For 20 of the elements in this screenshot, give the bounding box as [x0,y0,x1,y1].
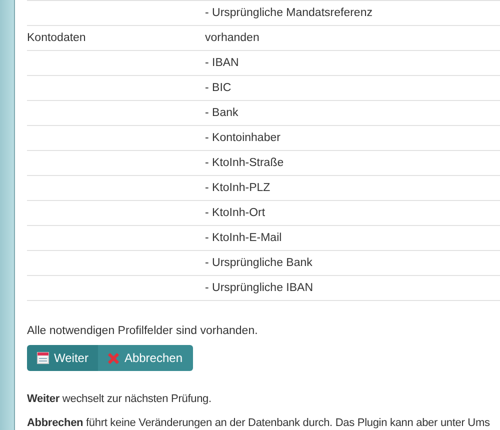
table-cell-text: vorhanden [205,32,260,44]
table-cell-text: - IBAN [205,57,240,69]
help-text: Abbrechen führt keine Veränderungen an der Datenbank durch. Das Plugin kann aber unter Ums [27,417,491,429]
calendar-icon [37,352,49,364]
table-cell-text: - Ursprüngliche Bank [205,257,314,269]
close-icon [108,352,120,364]
help-text: Weiter wechselt zur nächsten Prüfung. [27,393,212,405]
table-cell-text: - BIC [205,82,232,94]
next-button[interactable]: Weiter [27,345,98,371]
table-cell-text: - Kontoinhaber [205,132,282,144]
status-text: Alle notwendigen Profilfelder sind vorhanden. [27,325,259,337]
table-cell-text: - Ursprüngliche IBAN [205,282,314,294]
table-cell-text: - Ursprüngliche Mandatsreferenz [205,7,374,19]
table-cell-text: - KtoInh-PLZ [205,182,272,194]
cancel-button[interactable]: Abbrechen [98,345,192,371]
table-cell-text: - KtoInh-E-Mail [205,232,283,244]
table-cell-text: - KtoInh-Ort [205,207,266,219]
table-cell-text: - Bank [205,107,240,119]
table-cell-text: - KtoInh-Straße [205,157,285,169]
table-cell-text: Kontodaten [27,32,87,44]
